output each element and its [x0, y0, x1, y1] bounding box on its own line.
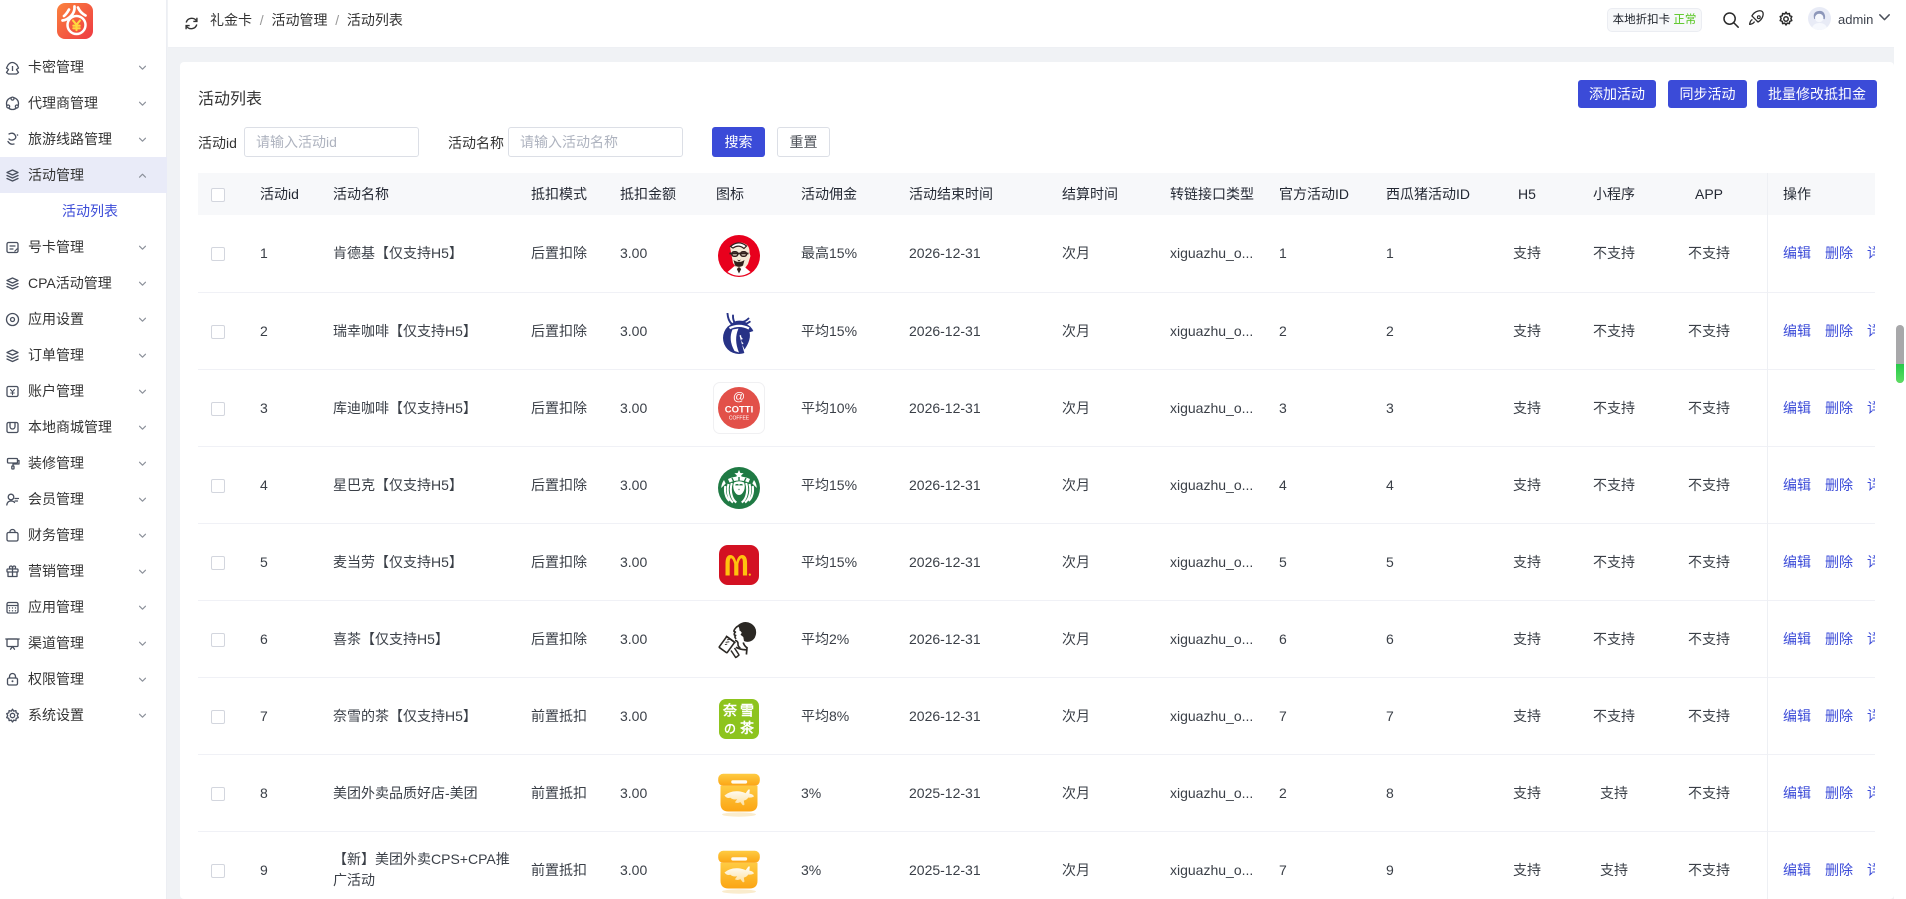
svg-text:COFFEE: COFFEE	[729, 415, 750, 421]
svg-text:奈: 奈	[722, 702, 738, 719]
svg-text:雪: 雪	[740, 702, 754, 719]
svg-text:@: @	[733, 389, 745, 403]
svg-text:茶: 茶	[739, 720, 755, 737]
svg-text:の: の	[724, 722, 736, 736]
svg-text:COTTI: COTTI	[725, 404, 754, 415]
